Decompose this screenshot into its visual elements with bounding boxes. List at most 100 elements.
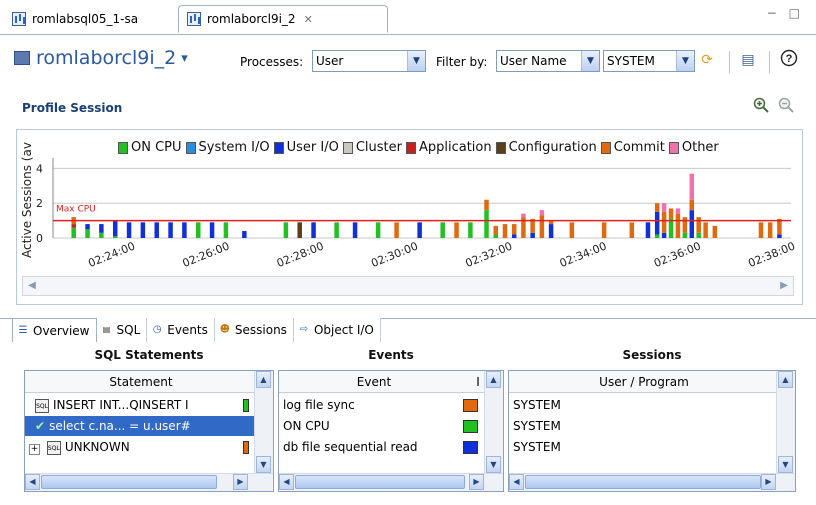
table-row[interactable]: db file sequential read xyxy=(279,437,487,457)
chart-bar-segment xyxy=(71,224,76,228)
x-tick-label: 02:38:00 xyxy=(746,239,797,270)
chart-bar-segment xyxy=(154,222,159,238)
active-sessions-chart: Active Sessions (av 0 2 4 Max CPU 02:24:00 02:… xyxy=(20,142,797,270)
scroll-right-icon[interactable]: ▶ xyxy=(469,474,484,490)
scroll-down-icon[interactable]: ▼ xyxy=(486,456,501,473)
chart-bar-segment xyxy=(682,217,688,233)
scroll-up-icon[interactable]: ▲ xyxy=(256,371,271,388)
chart-bar-segment xyxy=(283,222,289,238)
expand-icon[interactable]: + xyxy=(29,444,40,455)
refresh-icon[interactable]: ⟳ xyxy=(696,49,718,71)
tab-events[interactable]: ◷ Events xyxy=(147,318,215,342)
chart-horizontal-scrollbar[interactable]: ◀ ▶ xyxy=(22,276,794,296)
processes-select[interactable]: User ▼ xyxy=(312,50,426,72)
chart-bar-segment xyxy=(209,222,215,238)
scroll-up-icon[interactable]: ▲ xyxy=(486,371,501,388)
chart-bar-segment xyxy=(375,222,381,238)
chart-bar-segment xyxy=(394,222,399,238)
tab-label: SQL xyxy=(116,323,141,337)
sql-statements-heading: SQL Statements xyxy=(94,348,204,362)
chevron-down-icon: ▼ xyxy=(581,51,599,71)
scroll-down-icon[interactable]: ▼ xyxy=(256,456,271,473)
tab-romlabsql05[interactable]: romlabsql05_1-sa xyxy=(4,5,176,33)
scroll-left-icon[interactable]: ◀ xyxy=(25,279,39,293)
chart-bar-segment xyxy=(777,234,782,238)
scroll-right-icon[interactable]: ▶ xyxy=(777,279,791,293)
chart-bar-segment xyxy=(99,232,104,238)
tab-overview[interactable]: ☰ Overview xyxy=(12,318,97,342)
y-axis-label: Active Sessions (av xyxy=(20,142,34,258)
tab-label: Sessions xyxy=(234,323,287,337)
table-row[interactable]: log file sync xyxy=(279,395,487,415)
table-row[interactable]: SQL INSERT INT...QINSERT I xyxy=(25,395,257,415)
scroll-down-icon[interactable]: ▼ xyxy=(778,456,793,473)
processes-label: Processes: xyxy=(240,55,304,69)
scroll-right-icon[interactable]: ▶ xyxy=(761,474,776,490)
scroll-thumb[interactable] xyxy=(41,475,217,489)
tab-object-io[interactable]: ⇨ Object I/O xyxy=(293,318,381,342)
window-controls[interactable]: − □ xyxy=(767,6,804,20)
column-header-event[interactable]: Event xyxy=(279,371,469,393)
tab-romlaborcl9i[interactable]: romlaborcl9i_2 ✕ xyxy=(178,5,388,33)
chart-bar-segment xyxy=(661,211,667,233)
horizontal-scrollbar[interactable]: ◀ ▶ xyxy=(279,473,503,491)
chart-bar-segment xyxy=(511,224,517,235)
scroll-left-icon[interactable]: ◀ xyxy=(25,474,40,490)
help-icon[interactable]: ? xyxy=(778,49,800,71)
vertical-scrollbar[interactable]: ▲ ▼ xyxy=(254,371,273,474)
chart-bar-segment xyxy=(484,199,489,211)
chevron-down-icon: ▾ xyxy=(181,50,188,66)
table-row[interactable]: SYSTEM xyxy=(509,395,779,415)
table-row[interactable]: + SQL UNKNOWN xyxy=(25,437,257,457)
vertical-scrollbar[interactable]: ▲ ▼ xyxy=(484,371,503,474)
close-icon[interactable]: ✕ xyxy=(304,13,313,26)
column-header-user-program[interactable]: User / Program xyxy=(509,371,779,393)
sql-icon: ▤ xyxy=(102,325,111,334)
tab-sessions[interactable]: ☻ Sessions xyxy=(214,318,294,342)
zoom-out-icon[interactable] xyxy=(778,97,794,117)
table-row[interactable]: SYSTEM xyxy=(509,416,779,436)
horizontal-scrollbar[interactable]: ◀ ▶ xyxy=(25,473,273,491)
tab-sql[interactable]: ▤ SQL xyxy=(96,318,148,342)
event-text: db file sequential read xyxy=(283,440,418,454)
instance-selector[interactable]: romlaborcl9i_2 ▾ xyxy=(14,47,188,69)
chart-icon xyxy=(187,12,201,26)
x-tick-label: 02:26:00 xyxy=(181,239,232,270)
instance-name: romlaborcl9i_2 xyxy=(36,47,177,69)
tab-label: romlabsql05_1-sa xyxy=(32,12,139,26)
chart-bar-segment xyxy=(502,224,508,238)
table-row[interactable]: SYSTEM xyxy=(509,437,779,457)
chart-bar-segment xyxy=(712,225,718,238)
profile-session-title: Profile Session xyxy=(22,101,123,115)
table-row[interactable]: ON CPU xyxy=(279,416,487,436)
chart-bar-segment xyxy=(71,227,76,238)
scroll-right-icon[interactable]: ▶ xyxy=(233,474,248,490)
scroll-thumb[interactable] xyxy=(295,475,465,489)
scroll-left-icon[interactable]: ◀ xyxy=(279,474,294,490)
x-tick-label: 02:28:00 xyxy=(275,239,326,270)
vertical-scrollbar[interactable]: ▲ ▼ xyxy=(776,371,795,474)
scroll-thumb[interactable] xyxy=(525,475,761,489)
filter-field-select[interactable]: User Name ▼ xyxy=(496,50,600,72)
horizontal-scrollbar[interactable]: ◀ ▶ xyxy=(509,473,795,491)
max-cpu-label: Max CPU xyxy=(56,205,96,215)
column-header-statement[interactable]: Statement xyxy=(25,371,257,393)
scroll-up-icon[interactable]: ▲ xyxy=(778,371,793,388)
chart-bar-segment xyxy=(689,199,695,211)
scroll-left-icon[interactable]: ◀ xyxy=(509,474,524,490)
layout-icon[interactable]: ▤ xyxy=(737,49,759,71)
chart-bar-segment xyxy=(548,224,554,238)
chart-bar-segment xyxy=(311,222,316,238)
x-tick-label: 02:36:00 xyxy=(652,239,703,270)
details-tabs: ☰ Overview ▤ SQL ◷ Events ☻ Sessions ⇨ O… xyxy=(12,318,381,342)
chart-bar-segment xyxy=(654,203,660,212)
zoom-in-icon[interactable] xyxy=(753,97,769,117)
chart-bar-segment xyxy=(511,234,517,238)
check-icon: ✔ xyxy=(35,419,46,433)
chart-bar-segment xyxy=(668,208,674,219)
chart-bar-segment xyxy=(539,215,545,238)
sql-icon: SQL xyxy=(46,440,61,455)
filter-value-select[interactable]: SYSTEM ▼ xyxy=(603,50,695,72)
processes-value: User xyxy=(316,54,344,68)
table-row[interactable]: ✔ select c.na... = u.user# xyxy=(25,416,257,436)
